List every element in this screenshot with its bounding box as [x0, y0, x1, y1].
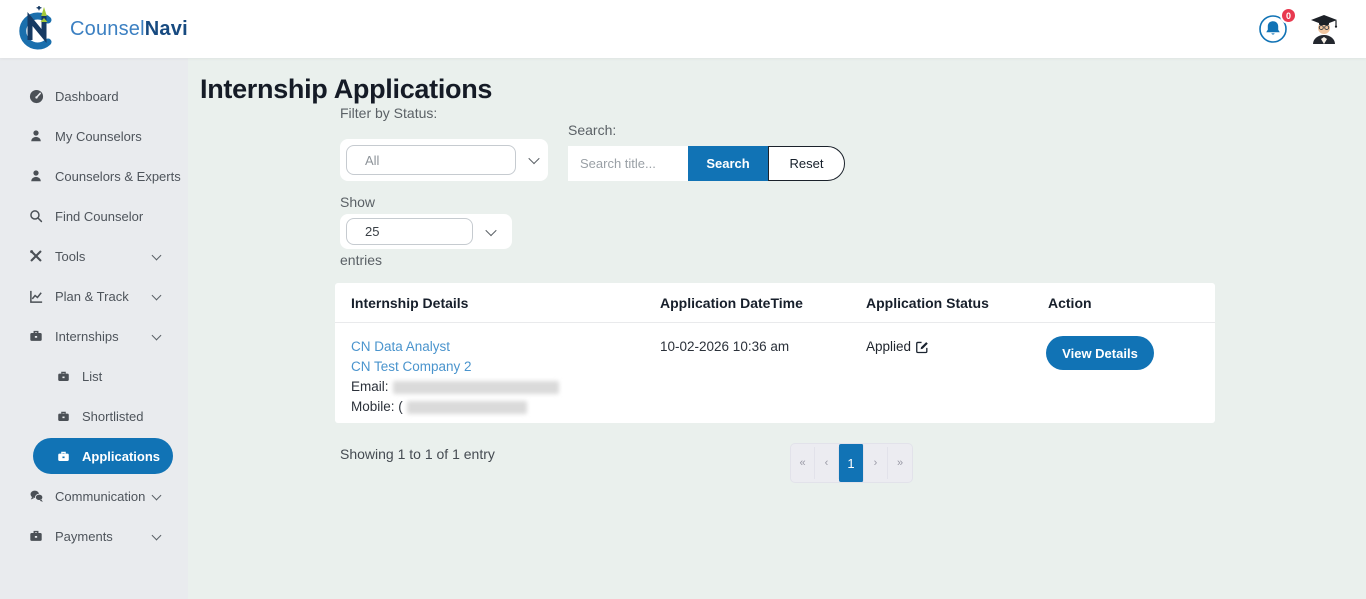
- sidebar-item-label: Counselors & Experts: [55, 169, 181, 184]
- chevron-down-icon: [528, 153, 539, 164]
- internship-title-link[interactable]: CN Data Analyst: [351, 337, 559, 357]
- user-icon: [28, 128, 44, 144]
- user-avatar[interactable]: [1310, 13, 1338, 45]
- sidebar-item-find-counselor[interactable]: Find Counselor: [0, 196, 188, 236]
- application-status-cell: Applied: [866, 339, 929, 354]
- page-title: Internship Applications: [200, 74, 492, 105]
- search-group: Search Reset: [568, 146, 845, 181]
- sidebar-item-label: Dashboard: [55, 89, 119, 104]
- search-icon: [28, 208, 44, 224]
- sidebar-item-label: Applications: [82, 449, 160, 464]
- sidebar-item-label: List: [82, 369, 102, 384]
- table-row: CN Data Analyst CN Test Company 2 Email:…: [335, 323, 1215, 422]
- sidebar-item-counselors-experts[interactable]: Counselors & Experts: [0, 156, 188, 196]
- application-datetime-cell: 10-02-2026 10:36 am: [660, 339, 789, 354]
- applications-table: Internship Details Application DateTime …: [335, 283, 1215, 423]
- sidebar-nav: Dashboard My Counselors Counselors & Exp…: [0, 58, 188, 599]
- sidebar-item-label: Communication: [55, 489, 145, 504]
- sidebar-item-label: Internships: [55, 329, 119, 344]
- graduate-avatar-icon: [1310, 13, 1338, 45]
- page-size-select[interactable]: 25: [340, 214, 512, 249]
- sidebar-item-plan-track[interactable]: Plan & Track: [0, 276, 188, 316]
- page-size-value: 25: [346, 218, 473, 245]
- briefcase-icon: [55, 408, 71, 424]
- column-header-internship-details: Internship Details: [351, 295, 468, 311]
- mobile-label: Mobile: (: [351, 399, 403, 414]
- sidebar-item-dashboard[interactable]: Dashboard: [0, 76, 188, 116]
- sidebar-item-label: Payments: [55, 529, 113, 544]
- chevron-down-icon: [152, 291, 162, 301]
- tools-icon: [28, 248, 44, 264]
- email-line: Email:: [351, 377, 559, 397]
- table-header-row: Internship Details Application DateTime …: [335, 283, 1215, 323]
- entries-label: entries: [340, 252, 382, 268]
- sidebar-item-label: Plan & Track: [55, 289, 129, 304]
- pagination-next-button[interactable]: ›: [864, 447, 888, 479]
- redacted-mobile: [407, 401, 527, 414]
- pagination: « ‹ 1 › »: [790, 443, 913, 483]
- column-header-application-status: Application Status: [866, 295, 989, 311]
- reset-button[interactable]: Reset: [768, 146, 845, 181]
- sidebar-item-label: My Counselors: [55, 129, 142, 144]
- sidebar-item-internships-list[interactable]: List: [0, 356, 188, 396]
- app-header: CounselNavi 0: [0, 0, 1366, 58]
- main-content: Internship Applications Filter by Status…: [188, 58, 1366, 599]
- brand-name-counsel: Counsel: [70, 18, 145, 40]
- chevron-down-icon: [152, 531, 162, 541]
- sidebar-item-internships[interactable]: Internships: [0, 316, 188, 356]
- brand-logo[interactable]: CounselNavi: [0, 6, 188, 52]
- sidebar-item-communication[interactable]: Communication: [0, 476, 188, 516]
- sidebar-item-tools[interactable]: Tools: [0, 236, 188, 276]
- pagination-last-button[interactable]: »: [888, 447, 912, 479]
- mobile-line: Mobile: (: [351, 397, 559, 417]
- results-summary: Showing 1 to 1 of 1 entry: [340, 446, 495, 462]
- company-link[interactable]: CN Test Company 2: [351, 357, 559, 377]
- pagination-prev-button[interactable]: ‹: [815, 447, 839, 479]
- edit-status-icon[interactable]: [915, 340, 929, 354]
- sidebar-item-payments[interactable]: Payments: [0, 516, 188, 556]
- chevron-down-icon: [485, 224, 496, 235]
- pagination-page-1-button[interactable]: 1: [839, 444, 864, 482]
- view-details-button[interactable]: View Details: [1046, 336, 1154, 370]
- chevron-down-icon: [152, 251, 162, 261]
- brand-logo-icon: [14, 6, 62, 52]
- sidebar-item-internships-applications[interactable]: Applications: [33, 438, 173, 474]
- notifications-button[interactable]: 0: [1258, 14, 1288, 44]
- chat-bubbles-icon: [28, 488, 44, 504]
- briefcase-icon: [55, 448, 71, 464]
- column-header-action: Action: [1048, 295, 1092, 311]
- filter-status-label: Filter by Status:: [340, 105, 437, 121]
- pagination-first-button[interactable]: «: [791, 447, 815, 479]
- sidebar-item-label: Find Counselor: [55, 209, 143, 224]
- line-chart-icon: [28, 288, 44, 304]
- status-filter-value: All: [346, 145, 516, 175]
- sidebar-item-my-counselors[interactable]: My Counselors: [0, 116, 188, 156]
- column-header-application-datetime: Application DateTime: [660, 295, 803, 311]
- sidebar-item-internships-shortlisted[interactable]: Shortlisted: [0, 396, 188, 436]
- wallet-icon: [28, 528, 44, 544]
- search-button[interactable]: Search: [688, 146, 768, 181]
- brand-name-navi: Navi: [145, 18, 188, 40]
- chevron-down-icon: [152, 491, 162, 501]
- redacted-email: [393, 381, 559, 394]
- status-filter-select[interactable]: All: [340, 139, 548, 181]
- dashboard-gauge-icon: [28, 88, 44, 104]
- status-text: Applied: [866, 339, 911, 354]
- chevron-down-icon: [152, 331, 162, 341]
- internship-details-cell: CN Data Analyst CN Test Company 2 Email:…: [351, 337, 559, 417]
- briefcase-icon: [28, 328, 44, 344]
- notification-count-badge: 0: [1280, 7, 1297, 24]
- user-icon: [28, 168, 44, 184]
- sidebar-item-label: Shortlisted: [82, 409, 143, 424]
- brand-name: CounselNavi: [70, 18, 188, 41]
- header-actions: 0: [1258, 13, 1366, 45]
- search-input[interactable]: [568, 146, 688, 181]
- show-label: Show: [340, 194, 375, 210]
- sidebar-item-label: Tools: [55, 249, 85, 264]
- search-label: Search:: [568, 122, 616, 138]
- email-label: Email:: [351, 379, 389, 394]
- briefcase-icon: [55, 368, 71, 384]
